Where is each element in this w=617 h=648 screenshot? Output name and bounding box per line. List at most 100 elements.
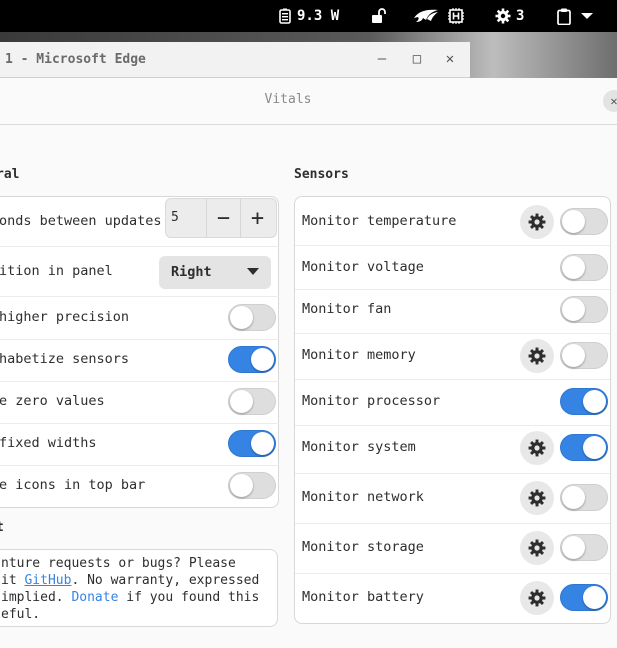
about-line-3-end: if you found this — [118, 590, 260, 605]
toggle-knob — [583, 390, 606, 413]
sensor-label: Monitor fan — [302, 301, 392, 317]
minimize-button[interactable]: – — [373, 50, 391, 68]
rog-logo-icon[interactable] — [413, 0, 439, 32]
sensor-label: Monitor battery — [302, 589, 424, 605]
sensor-settings-button[interactable] — [520, 339, 554, 373]
gear-icon — [528, 589, 546, 607]
panel-position-label: ition in panel — [0, 263, 113, 279]
sensor-toggle[interactable] — [560, 434, 608, 461]
dialog-title: Vitals — [264, 92, 312, 107]
toggle-knob — [562, 210, 585, 233]
about-line-2-start: it — [1, 573, 25, 588]
notification-count[interactable]: 3 — [516, 0, 524, 32]
maximize-button[interactable]: □ — [408, 50, 426, 68]
sensor-toggle[interactable] — [560, 584, 608, 611]
sensor-label: Monitor temperature — [302, 213, 457, 229]
general-option-label: e zero values — [0, 393, 105, 409]
sensor-toggle[interactable] — [560, 388, 608, 415]
general-option-toggle[interactable] — [228, 472, 276, 499]
dialog-close-button[interactable]: ✕ — [603, 90, 617, 112]
dropdown-arrow-icon — [247, 268, 259, 275]
about-section-title: t — [0, 520, 4, 535]
general-option-label: e icons in top bar — [0, 477, 146, 493]
power-readout[interactable]: 9.3 W — [297, 0, 339, 32]
divider — [0, 339, 279, 340]
gear-icon[interactable] — [495, 0, 511, 32]
about-box: nture requests or bugs? Please it GitHub… — [0, 549, 278, 627]
toggle-knob — [251, 348, 274, 371]
sensor-settings-button[interactable] — [520, 481, 554, 515]
edge-window-title: 1 - Microsoft Edge — [5, 52, 146, 67]
general-option-toggle[interactable] — [228, 346, 276, 373]
divider — [295, 523, 610, 524]
general-option-label: higher precision — [0, 309, 130, 325]
toggle-knob — [230, 474, 253, 497]
sensor-toggle[interactable] — [560, 534, 608, 561]
toggle-knob — [562, 298, 585, 321]
chevron-down-icon[interactable] — [580, 0, 594, 32]
toggle-knob — [562, 536, 585, 559]
toggle-knob — [562, 344, 585, 367]
about-line-4: eful. — [1, 607, 41, 622]
general-option-label: habetize sensors — [0, 351, 130, 367]
sensor-settings-button[interactable] — [520, 581, 554, 615]
about-text: nture requests or bugs? Please it GitHub… — [1, 555, 271, 623]
about-line-3: implied. Donate if you found this — [1, 589, 271, 606]
sensor-settings-button[interactable] — [520, 205, 554, 239]
about-line-3-start: implied. — [1, 590, 72, 605]
general-option-toggle[interactable] — [228, 304, 276, 331]
divider — [295, 333, 610, 334]
gear-icon — [528, 489, 546, 507]
sensor-toggle[interactable] — [560, 484, 608, 511]
battery-icon[interactable] — [279, 0, 291, 32]
github-link[interactable]: GitHub — [24, 573, 71, 588]
unlock-icon[interactable] — [371, 0, 387, 32]
sensors-section-title: Sensors — [294, 167, 349, 182]
divider — [295, 425, 610, 426]
divider — [295, 245, 610, 246]
gear-icon — [528, 439, 546, 457]
sensor-label: Monitor storage — [302, 539, 424, 555]
decrement-button[interactable]: − — [206, 199, 240, 237]
about-line-2: it GitHub. No warranty, expressed — [1, 572, 271, 589]
edge-close-button[interactable]: ✕ — [441, 50, 459, 68]
gear-icon — [528, 539, 546, 557]
general-option-toggle[interactable] — [228, 388, 276, 415]
update-interval-value[interactable]: 5 — [171, 210, 179, 225]
sensor-toggle[interactable] — [560, 208, 608, 235]
sensor-label: Monitor processor — [302, 393, 441, 409]
general-option-label: fixed widths — [0, 435, 97, 451]
sensor-toggle[interactable] — [560, 296, 608, 323]
general-section-title: ral — [0, 167, 20, 182]
toggle-knob — [562, 486, 585, 509]
dialog-header: Vitals ✕ — [0, 78, 617, 125]
sensor-settings-button[interactable] — [520, 431, 554, 465]
top-bar: 9.3 W 3 — [0, 0, 617, 32]
toggle-knob — [583, 586, 606, 609]
update-interval-label: onds between updates — [0, 213, 162, 229]
gear-icon — [528, 213, 546, 231]
divider — [295, 573, 610, 574]
donate-link[interactable]: Donate — [71, 590, 118, 605]
divider — [295, 289, 610, 290]
divider — [0, 246, 279, 247]
divider — [0, 381, 279, 382]
toggle-knob — [562, 256, 585, 279]
sensor-toggle[interactable] — [560, 254, 608, 281]
sensor-label: Monitor system — [302, 439, 416, 455]
chip-icon[interactable] — [447, 0, 465, 32]
gear-icon — [528, 347, 546, 365]
update-interval-spin[interactable]: 5 − + — [165, 198, 277, 238]
divider — [0, 423, 279, 424]
divider — [0, 465, 279, 466]
general-option-toggle[interactable] — [228, 430, 276, 457]
toggle-knob — [230, 306, 253, 329]
toggle-knob — [583, 436, 606, 459]
sensor-toggle[interactable] — [560, 342, 608, 369]
edge-window-titlebar[interactable]: 1 - Microsoft Edge – □ ✕ — [0, 42, 470, 78]
increment-button[interactable]: + — [240, 199, 274, 237]
sensor-label: Monitor memory — [302, 347, 416, 363]
panel-position-dropdown[interactable]: Right — [159, 256, 271, 289]
sensor-settings-button[interactable] — [520, 531, 554, 565]
clipboard-icon[interactable] — [557, 0, 571, 32]
